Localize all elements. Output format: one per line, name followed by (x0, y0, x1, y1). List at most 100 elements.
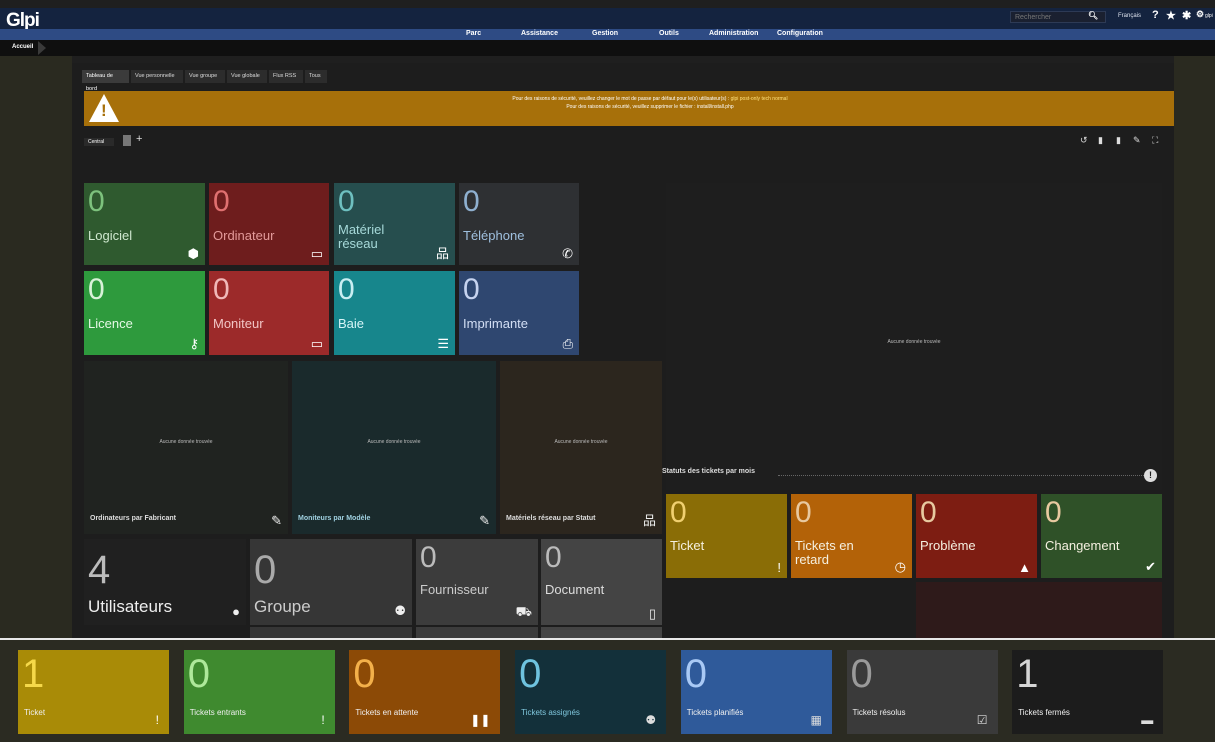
warning-line1: Pour des raisons de sécurité, veuillez c… (512, 96, 730, 102)
tile-value: 1 (22, 652, 45, 696)
counter-value: 0 (420, 541, 437, 574)
ticket-tile-6[interactable]: 0 Tickets résolus ☑ (846, 650, 998, 734)
rack-icon: ☰ (437, 336, 449, 351)
menu-assistance[interactable]: Assistance (521, 30, 558, 37)
tile-partial (250, 627, 412, 638)
tile-partial (541, 627, 662, 638)
counter-users[interactable]: 4 Utilisateurs ● (84, 539, 246, 625)
edit-icon[interactable]: ✎ (479, 513, 490, 529)
tile-value: 0 (519, 652, 542, 696)
itil-tile-3[interactable]: 0 Problème ▲ (916, 494, 1037, 578)
sitemap-icon: 品 (642, 513, 656, 528)
calendar-icon: ▦ (810, 713, 822, 727)
tile-label: Ordinateur (213, 228, 275, 243)
tile-materiel-reseau[interactable]: 0 Matériel réseau 品 (334, 183, 455, 265)
tile-telephone[interactable]: 0 Téléphone ✆ (459, 183, 579, 265)
fullscreen-icon[interactable]: ⛶ (1152, 135, 1158, 146)
itil-tile-2[interactable]: 0 Tickets en retard ◷ (791, 494, 912, 578)
tab-personal[interactable]: Vue personnelle (131, 70, 183, 83)
tile-value: 0 (795, 496, 812, 529)
chart-computers-by-manufacturer[interactable]: Aucune donnée trouvée Ordinateurs par Fa… (84, 361, 288, 534)
counter-label: Utilisateurs (88, 597, 173, 616)
search-icon[interactable]: 🔍︎ (1088, 11, 1098, 20)
right-margin (1174, 56, 1215, 638)
tile-value: 0 (88, 185, 105, 218)
tile-value: 0 (353, 652, 376, 696)
counter-groups[interactable]: 0 Groupe ⚉ (250, 539, 412, 625)
chart-title: Moniteurs par Modèle (298, 515, 371, 522)
warning-exclamation: ! (101, 101, 107, 120)
counter-suppliers[interactable]: 0 Fournisseur ⛟ (416, 539, 538, 625)
chart-monitors-by-model[interactable]: Aucune donnée trouvée Moniteurs par Modè… (292, 361, 496, 534)
ticket-tile-3[interactable]: 0 Tickets en attente ❚❚ (349, 650, 501, 734)
chart-network-by-status[interactable]: Aucune donnée trouvée Matériels réseau p… (500, 361, 662, 534)
language-selector[interactable]: Français (1118, 13, 1141, 19)
left-margin (0, 56, 72, 638)
exclamation-icon: ! (155, 713, 159, 727)
help-icon[interactable]: ? (1152, 9, 1159, 21)
itil-tile-4[interactable]: 0 Changement ✔ (1041, 494, 1162, 578)
tile-label: Tickets planifiés (686, 708, 744, 717)
edit-icon[interactable]: ✎ (271, 513, 282, 529)
ticket-tile-1[interactable]: 1 Ticket! (18, 650, 169, 734)
menu-administration[interactable]: Administration (709, 30, 758, 37)
menu-configuration[interactable]: Configuration (777, 30, 823, 37)
tile-value: 0 (463, 185, 480, 218)
menu-parc[interactable]: Parc (466, 30, 481, 37)
breadcrumb-home[interactable]: Accueil (12, 44, 33, 50)
tab-global[interactable]: Vue globale (227, 70, 267, 83)
tile-label: Tickets assignés (521, 708, 580, 717)
itil-tile-1[interactable]: 0 Ticket! (666, 494, 787, 578)
users-icon: ⚉ (645, 713, 657, 727)
counter-documents[interactable]: 0 Document ▯ (541, 539, 662, 625)
add-dashboard-icon[interactable]: + (136, 133, 142, 145)
tile-ordinateur[interactable]: 0 Ordinateur ▭ (209, 183, 329, 265)
tab-rss[interactable]: Flux RSS (269, 70, 303, 83)
tile-value: 0 (670, 496, 687, 529)
tile-label: Tickets entrants (189, 708, 246, 717)
chart-title: Statuts des tickets par mois (662, 468, 755, 475)
star-icon[interactable]: ★ (1166, 9, 1176, 22)
edit-icon[interactable]: ✎ (1133, 135, 1141, 146)
network-icon: 品 (435, 246, 449, 261)
tile-label: Changement (1045, 538, 1120, 553)
menu-gestion[interactable]: Gestion (592, 30, 618, 37)
tile-licence[interactable]: 0 Licence ⚷ (84, 271, 205, 355)
tab-all[interactable]: Tous (305, 70, 327, 83)
tile-value: 0 (213, 273, 230, 306)
user-icon: ● (232, 604, 240, 619)
gear-icon[interactable]: ⚙ (1196, 9, 1204, 20)
tab-dashboard[interactable]: Tableau de bord (82, 70, 129, 92)
ticket-tile-4[interactable]: 0 Tickets assignés ⚉ (515, 650, 667, 734)
box-icon: ⬢ (187, 246, 199, 261)
tab-group[interactable]: Vue groupe (185, 70, 225, 83)
chart-nodata: Aucune donnée trouvée (554, 439, 608, 445)
ticket-tile-5[interactable]: 0 Tickets planifiés ▦ (680, 650, 832, 734)
dashboard-select-arrow[interactable] (123, 135, 131, 146)
warning-link[interactable]: glpi post-only tech normal (731, 96, 788, 102)
tile-label: Baie (338, 316, 365, 331)
trash-icon[interactable]: ▮ (1116, 135, 1121, 146)
breadcrumb (0, 40, 1215, 56)
clone-icon[interactable]: ▮ (1098, 135, 1103, 146)
user-name[interactable]: glpi (1205, 13, 1213, 19)
menu-outils[interactable]: Outils (659, 30, 679, 37)
tile-value: 0 (463, 273, 480, 306)
tile-label: Logiciel (88, 228, 133, 243)
counter-label: Groupe (254, 597, 311, 616)
tile-logiciel[interactable]: 0 Logiciel ⬢ (84, 183, 205, 265)
tile-value: 0 (338, 273, 355, 306)
tile-value: 0 (88, 273, 105, 306)
tile-value: 0 (920, 496, 937, 529)
ticket-tile-2[interactable]: 0 Tickets entrants! (183, 650, 335, 734)
tile-baie[interactable]: 0 Baie ☰ (334, 271, 455, 355)
tile-imprimante[interactable]: 0 Imprimante ⎙ (459, 271, 579, 355)
counter-value: 0 (545, 541, 562, 574)
counter-label: Document (545, 582, 605, 597)
ticket-tile-7[interactable]: 1 Tickets fermés ▬ (1012, 650, 1164, 734)
tools-icon[interactable]: ✱ (1182, 9, 1191, 22)
tile-moniteur[interactable]: 0 Moniteur ▭ (209, 271, 329, 355)
history-icon[interactable]: ↺ (1080, 135, 1088, 146)
dashboard-select[interactable]: Central (84, 138, 114, 146)
chart-ticket-status-by-month[interactable]: Aucune donnée trouvée Statuts des ticket… (662, 183, 1162, 490)
